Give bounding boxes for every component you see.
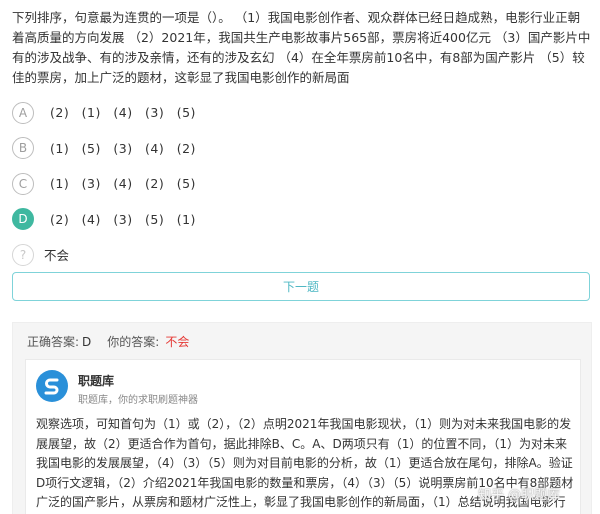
option-c-circle: C bbox=[12, 172, 34, 195]
option-d[interactable]: D (2) (4) (3) (5) (1) bbox=[12, 202, 592, 238]
brand-name: 职题库 bbox=[78, 374, 115, 388]
option-c[interactable]: C (1) (3) (4) (2) (5) bbox=[12, 166, 592, 202]
option-b-circle: B bbox=[12, 137, 34, 160]
option-unknown-text: 不会 bbox=[44, 248, 70, 264]
your-answer-value: 不会 bbox=[165, 335, 190, 349]
next-question-button[interactable]: 下一题 bbox=[12, 272, 590, 301]
option-d-text: (2) (4) (3) (5) (1) bbox=[50, 211, 196, 227]
option-a-text: (2) (1) (4) (3) (5) bbox=[50, 105, 196, 121]
answer-line: 正确答案: D 你的答案: 不会 bbox=[27, 333, 189, 350]
options-list: A (2) (1) (4) (3) (5) B (1) (5) (3) (4) … bbox=[12, 95, 592, 273]
option-b[interactable]: B (1) (5) (3) (4) (2) bbox=[12, 131, 592, 167]
brand-logo-icon bbox=[36, 370, 68, 402]
correct-answer-value: D bbox=[82, 335, 92, 349]
option-a-circle: A bbox=[12, 101, 34, 124]
option-b-text: (1) (5) (3) (4) (2) bbox=[50, 140, 196, 156]
question-mark-icon: ? bbox=[12, 243, 34, 266]
option-c-text: (1) (3) (4) (2) (5) bbox=[50, 176, 196, 192]
option-a[interactable]: A (2) (1) (4) (3) (5) bbox=[12, 95, 592, 131]
watermark: 知乎 @职题库 bbox=[478, 488, 561, 503]
option-d-circle: D bbox=[12, 208, 34, 231]
question-text: 下列排序，句意最为连贯的一项是（）。 （1）我国电影创作者、观众群体已经日趋成熟… bbox=[12, 10, 591, 85]
option-unknown[interactable]: ? 不会 bbox=[12, 237, 592, 273]
your-answer-label: 你的答案: bbox=[107, 335, 160, 349]
brand-subtitle: 职题库，你的求职刷题神器 bbox=[78, 395, 198, 406]
correct-answer-label: 正确答案: bbox=[27, 335, 80, 349]
